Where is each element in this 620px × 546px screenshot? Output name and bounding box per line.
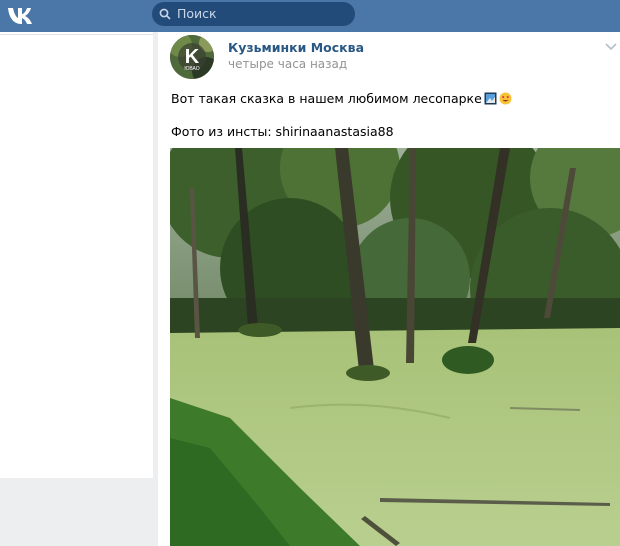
- divider: [0, 34, 153, 35]
- left-sidebar-background: [0, 478, 153, 546]
- top-navigation-bar: Поиск: [0, 0, 620, 32]
- forest-swamp-photo: [170, 148, 620, 546]
- avatar-image: K ЮВАО: [170, 35, 214, 79]
- post-text-main: Вот такая сказка в нашем любимом лесопар…: [171, 91, 482, 106]
- post-text-line2: Фото из инсты: shirinaanastasia88: [171, 124, 394, 139]
- post-author-link[interactable]: Кузьминки Москва: [228, 40, 364, 55]
- heart-eyes-emoji: [499, 92, 512, 105]
- avatar-caption: ЮВАО: [184, 66, 199, 72]
- wall-post: K ЮВАО Кузьминки Москва четыре часа наза…: [158, 32, 620, 546]
- chevron-down-icon[interactable]: [605, 43, 617, 51]
- avatar-letter: K: [185, 46, 200, 68]
- left-sidebar-panel: [0, 32, 153, 478]
- post-timestamp[interactable]: четыре часа назад: [228, 57, 347, 71]
- avatar[interactable]: K ЮВАО: [170, 35, 214, 79]
- search-placeholder[interactable]: Поиск: [177, 6, 217, 21]
- search-box[interactable]: Поиск: [152, 2, 355, 26]
- post-photo[interactable]: [170, 148, 620, 546]
- vk-logo-icon[interactable]: [6, 3, 38, 27]
- framed-picture-emoji: [484, 92, 497, 105]
- post-text-line1: Вот такая сказка в нашем любимом лесопар…: [171, 91, 512, 106]
- search-icon: [159, 8, 171, 20]
